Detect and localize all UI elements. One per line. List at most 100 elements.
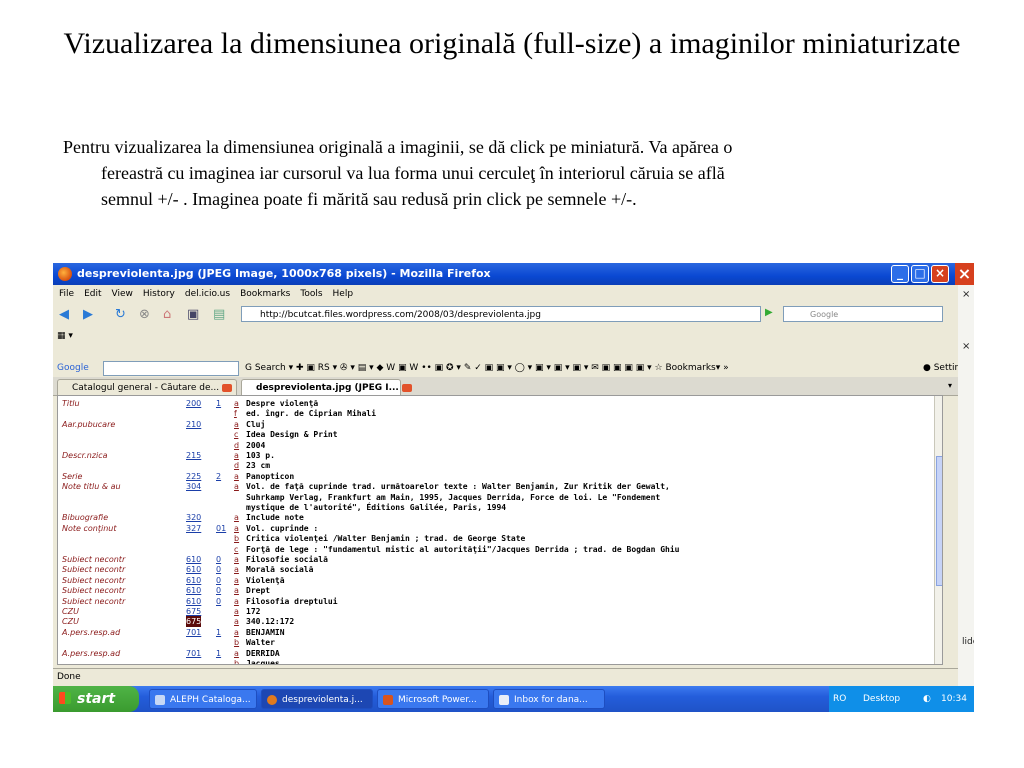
field-tag-link[interactable]: 327 xyxy=(186,523,201,534)
back-icon[interactable]: ◀ xyxy=(59,307,69,322)
url-input[interactable]: http://bcutcat.files.wordpress.com/2008/… xyxy=(241,306,761,322)
reload-icon[interactable]: ↻ xyxy=(115,307,126,322)
vertical-scrollbar[interactable] xyxy=(934,396,942,664)
close-icon[interactable]: × xyxy=(931,265,949,283)
menu-item[interactable]: History xyxy=(143,289,175,299)
language-indicator[interactable]: RO xyxy=(833,686,846,712)
field-tag-link[interactable]: 304 xyxy=(186,481,201,492)
field-tag-link[interactable]: 610 xyxy=(186,575,201,586)
tab-image[interactable]: despreviolenta.jpg (JPEG I... xyxy=(241,379,412,395)
outer-close-icon[interactable]: × xyxy=(955,263,974,285)
google-toolbar-items: G Search ▾ ✚ ▣ RS ▾ ✇ ▾ ▤ ▾ ◆ W ▣ W •• ▣… xyxy=(245,359,729,377)
menu-item[interactable]: Tools xyxy=(300,289,322,299)
field-indicator: 1 xyxy=(216,648,222,658)
field-indicator: 01 xyxy=(216,523,227,533)
field-indicator: 2 xyxy=(216,471,222,481)
taskbar-item-label: Microsoft Power... xyxy=(398,695,477,705)
maximize-icon[interactable]: □ xyxy=(911,265,929,283)
windows-logo-icon xyxy=(59,692,71,704)
field-label: Subiect necontr xyxy=(62,565,126,575)
minimize-icon[interactable]: _ xyxy=(891,265,909,283)
forward-icon[interactable]: ▶ xyxy=(83,307,93,322)
field-tag-link[interactable]: 215 xyxy=(186,450,201,461)
field-tag-link[interactable]: 610 xyxy=(186,585,201,596)
close-icon[interactable]: × xyxy=(962,289,970,300)
toolbar-icons[interactable]: ✚ ▣ RS ▾ ✇ ▾ ▤ ▾ ◆ W ▣ W •• ▣ ✪ ▾ ✎ ✓ ▣ … xyxy=(296,363,663,373)
tab-catalog[interactable]: Catalogul general - Căutare de... xyxy=(57,379,237,395)
field-tag-link[interactable]: 210 xyxy=(186,419,201,430)
clock: 10:34 xyxy=(941,694,967,704)
scrollbar-thumb[interactable] xyxy=(936,456,942,586)
field-value: 2004 xyxy=(246,440,266,450)
field-tag-link[interactable]: 675 xyxy=(186,606,201,617)
subfield-code: d xyxy=(234,440,240,450)
field-value: Morală socială xyxy=(246,565,314,575)
subfield-code: b xyxy=(234,659,240,665)
image-content[interactable]: Titlu 200 1 a Despre violenţă f ed. îngr. de C… xyxy=(57,395,943,665)
subfield-code: a xyxy=(234,513,239,523)
slide-title: Vizualizarea la dimensiunea originală (f… xyxy=(63,27,961,60)
go-icon[interactable]: ▶ xyxy=(765,307,773,318)
page-icon[interactable]: ▤ xyxy=(213,307,225,322)
tab-list-icon[interactable]: ▾ xyxy=(948,381,952,390)
mail-icon xyxy=(499,695,509,705)
google-bookmarks-button[interactable]: Bookmarks▾ » xyxy=(665,363,728,373)
field-value: Idea Design & Print xyxy=(246,430,338,440)
start-button[interactable]: start xyxy=(53,686,139,712)
field-label: Titlu xyxy=(62,399,80,408)
taskbar-item[interactable]: Microsoft Power... xyxy=(377,689,489,709)
field-label: A.pers.resp.ad xyxy=(62,648,121,658)
field-value: Include note xyxy=(246,513,304,523)
paragraph-line: Pentru vizualizarea la dimensiunea origi… xyxy=(63,137,733,157)
taskbar-item-label: despreviolenta.j... xyxy=(282,695,363,705)
slide-paragraph: Pentru vizualizarea la dimensiunea origi… xyxy=(63,134,943,212)
menu-item[interactable]: Bookmarks xyxy=(240,289,290,299)
subfield-code: a xyxy=(234,607,239,616)
window-titlebar[interactable]: despreviolenta.jpg (JPEG Image, 1000x768… xyxy=(53,263,958,285)
field-tag-link[interactable]: 675 xyxy=(186,616,202,628)
field-tag-link[interactable]: 610 xyxy=(186,564,201,575)
field-indicator: 0 xyxy=(216,575,222,585)
tray-icon[interactable]: ◐ xyxy=(923,686,931,712)
field-tag-link[interactable]: 701 xyxy=(186,627,201,638)
google-search-button[interactable]: G Search ▾ xyxy=(245,363,293,373)
menu-item[interactable]: Help xyxy=(333,289,354,299)
bookmarks-menu-icon[interactable]: ▦ ▾ xyxy=(57,331,73,341)
field-tag-link[interactable]: 610 xyxy=(186,596,201,607)
menu-item[interactable]: del.icio.us xyxy=(185,289,230,299)
tab-close-icon[interactable] xyxy=(222,383,233,392)
taskbar-item[interactable]: ALEPH Cataloga... xyxy=(149,689,257,709)
menu-item[interactable]: View xyxy=(112,289,133,299)
tab-close-icon[interactable] xyxy=(401,383,412,392)
field-tag-link[interactable]: 200 xyxy=(186,398,201,409)
field-value: Vol. de faţă cuprinde trad. următoarelor… xyxy=(246,482,670,492)
search-input[interactable]: Google xyxy=(783,306,943,322)
menu-item[interactable]: File xyxy=(59,289,74,299)
field-tag-link[interactable]: 225 xyxy=(186,471,201,482)
taskbar-item[interactable]: Inbox for dana... xyxy=(493,689,605,709)
side-text: lide xyxy=(962,637,974,647)
field-indicator: 0 xyxy=(216,596,222,606)
field-tag-link[interactable]: 320 xyxy=(186,512,201,523)
subfield-code: a xyxy=(234,565,239,575)
taskbar-item[interactable]: despreviolenta.j... xyxy=(261,689,373,709)
google-toolbar-input[interactable] xyxy=(103,361,239,376)
paragraph-line: fereastră cu imaginea iar cursorul va lu… xyxy=(101,163,725,183)
close-icon[interactable]: × xyxy=(962,341,970,352)
subfield-code: a xyxy=(234,451,239,460)
field-value: BENJAMIN xyxy=(246,627,285,637)
desktop-toolbar[interactable]: Desktop xyxy=(863,686,900,712)
home-icon[interactable]: ⌂ xyxy=(163,307,171,322)
bookmark-icon[interactable]: ▣ xyxy=(187,307,199,322)
field-tag-link[interactable]: 610 xyxy=(186,554,201,565)
taskbar-item-label: Inbox for dana... xyxy=(514,695,588,705)
tab-label: despreviolenta.jpg (JPEG I... xyxy=(256,383,399,393)
stop-icon[interactable]: ⊗ xyxy=(139,307,150,322)
field-label: Bibuografie xyxy=(62,513,109,523)
background-window-edge: × × lide xyxy=(958,285,974,712)
field-tag-link[interactable]: 701 xyxy=(186,648,201,659)
field-value: Drept xyxy=(246,586,271,596)
menu-item[interactable]: Edit xyxy=(84,289,101,299)
google-settings-button[interactable]: ● Settings▾ xyxy=(923,359,958,377)
field-indicator: 1 xyxy=(216,627,222,637)
